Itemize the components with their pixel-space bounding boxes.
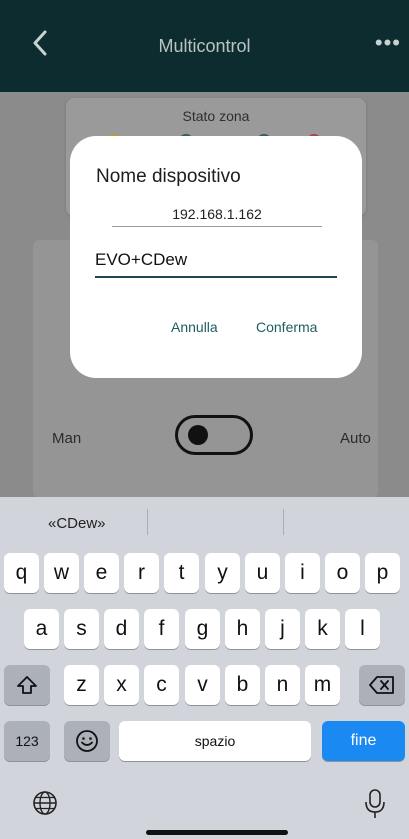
mode-label-man: Man — [52, 430, 82, 447]
more-button[interactable]: ••• — [375, 30, 401, 56]
emoji-icon — [76, 730, 98, 752]
done-key[interactable]: fine — [322, 721, 405, 761]
device-name-dialog: Nome dispositivo 192.168.1.162 Annulla C… — [70, 136, 362, 378]
key-n[interactable]: n — [265, 665, 300, 705]
ellipsis-icon: ••• — [374, 30, 401, 55]
key-f[interactable]: f — [144, 609, 179, 649]
mode-label-auto: Auto — [340, 430, 371, 447]
key-u[interactable]: u — [245, 553, 280, 593]
shift-key[interactable] — [4, 665, 50, 705]
key-c[interactable]: c — [144, 665, 179, 705]
space-key[interactable]: spazio — [119, 721, 311, 761]
page-title: Multicontrol — [158, 36, 251, 56]
key-o[interactable]: o — [325, 553, 360, 593]
key-h[interactable]: h — [225, 609, 260, 649]
dictation-button[interactable] — [362, 788, 388, 820]
microphone-icon — [365, 789, 385, 818]
dialog-title: Nome dispositivo — [96, 166, 241, 187]
mode-toggle[interactable] — [175, 415, 253, 455]
key-x[interactable]: x — [104, 665, 139, 705]
zone-status-label: Stato zona — [182, 108, 250, 124]
globe-button[interactable] — [32, 790, 58, 816]
key-s[interactable]: s — [64, 609, 99, 649]
key-d[interactable]: d — [104, 609, 139, 649]
globe-icon — [33, 791, 57, 815]
key-l[interactable]: l — [345, 609, 380, 649]
home-indicator — [146, 830, 288, 835]
key-i[interactable]: i — [285, 553, 320, 593]
toggle-knob — [188, 425, 208, 445]
key-t[interactable]: t — [164, 553, 199, 593]
app-header: Multicontrol ••• — [0, 0, 409, 92]
emoji-key[interactable] — [64, 721, 110, 761]
key-y[interactable]: y — [205, 553, 240, 593]
key-j[interactable]: j — [265, 609, 300, 649]
key-e[interactable]: e — [84, 553, 119, 593]
key-b[interactable]: b — [225, 665, 260, 705]
key-m[interactable]: m — [305, 665, 340, 705]
key-w[interactable]: w — [44, 553, 79, 593]
key-q[interactable]: q — [4, 553, 39, 593]
shift-icon — [17, 676, 37, 694]
device-ip: 192.168.1.162 — [172, 206, 262, 222]
suggestion-divider — [283, 509, 284, 535]
suggestion-divider — [147, 509, 148, 535]
confirm-button[interactable]: Conferma — [256, 319, 317, 335]
key-z[interactable]: z — [64, 665, 99, 705]
delete-icon — [369, 676, 394, 694]
cancel-button[interactable]: Annulla — [171, 319, 218, 335]
key-k[interactable]: k — [305, 609, 340, 649]
key-a[interactable]: a — [24, 609, 59, 649]
key-g[interactable]: g — [185, 609, 220, 649]
key-p[interactable]: p — [365, 553, 400, 593]
keyboard: «CDew» q w e r t y u i o p a s d f g h j… — [0, 497, 409, 839]
device-name-input[interactable] — [95, 244, 337, 278]
key-r[interactable]: r — [124, 553, 159, 593]
numbers-key[interactable]: 123 — [4, 721, 50, 761]
delete-key[interactable] — [359, 665, 405, 705]
suggestion-bar: «CDew» — [0, 497, 409, 545]
ip-divider — [112, 226, 322, 227]
key-v[interactable]: v — [185, 665, 220, 705]
suggestion-item[interactable]: «CDew» — [48, 515, 106, 532]
